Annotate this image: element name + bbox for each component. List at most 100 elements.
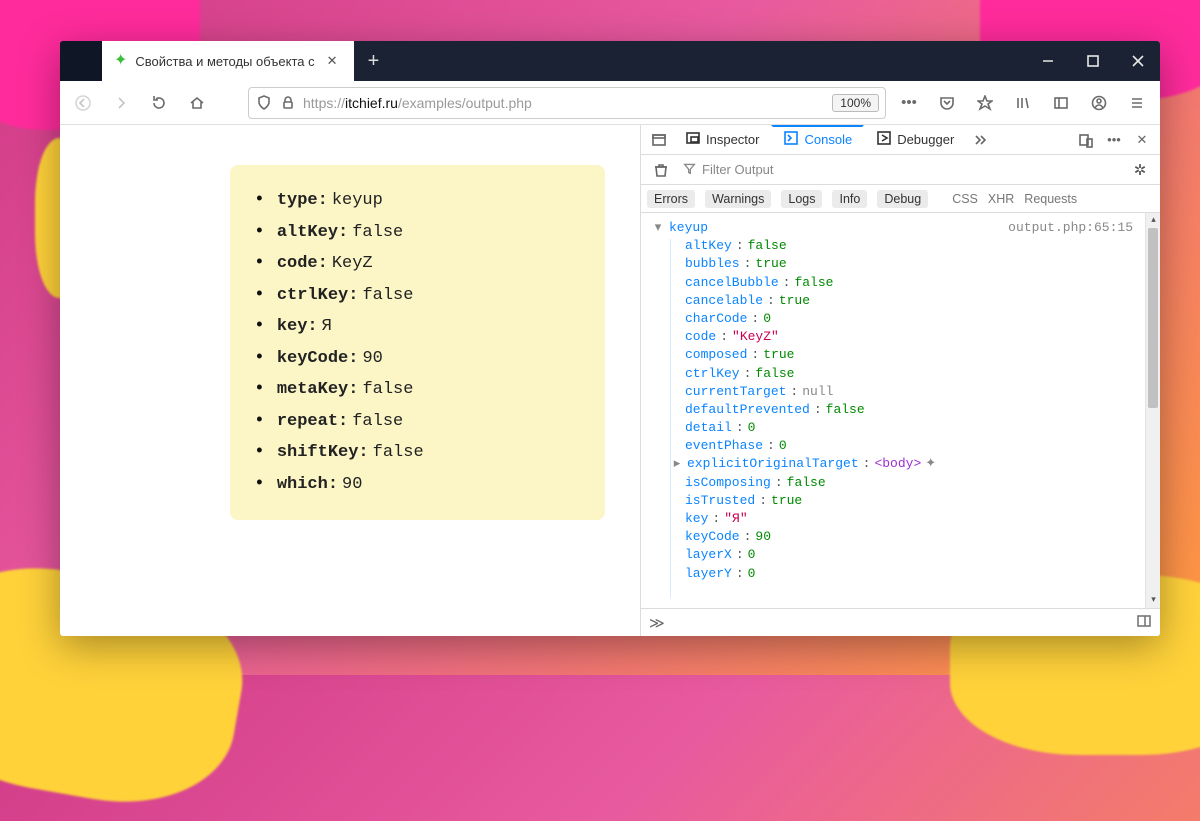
log-event-name[interactable]: keyup (669, 219, 708, 237)
favicon-icon: ✦ (114, 53, 127, 69)
devtools-close-button[interactable]: ✕ (1128, 126, 1156, 154)
tab-debugger-label: Debugger (897, 132, 954, 147)
filter-xhr[interactable]: XHR (988, 192, 1014, 206)
tab-console[interactable]: Console (771, 125, 864, 155)
filter-input[interactable]: Filter Output (679, 162, 1122, 178)
prop-value: false (787, 474, 826, 492)
iframe-picker-icon[interactable] (645, 126, 673, 154)
pocket-button[interactable] (932, 88, 962, 118)
shield-icon[interactable] (255, 95, 273, 111)
account-button[interactable] (1084, 88, 1114, 118)
event-property-row: code: KeyZ (254, 248, 569, 280)
prop-value: false (794, 274, 833, 292)
filter-css[interactable]: CSS (952, 192, 978, 206)
prop-key: eventPhase (685, 437, 763, 455)
browser-window: ✦ Свойства и методы объекта с ✕ + https:… (60, 41, 1160, 636)
tab-strip: ✦ Свойства и методы объекта с ✕ + (60, 41, 1160, 81)
prop-value: true (763, 346, 794, 364)
url-text: https://itchief.ru/examples/output.php (303, 95, 826, 111)
filter-info[interactable]: Info (832, 190, 867, 208)
console-property-row[interactable]: isComposing: false (685, 474, 1137, 492)
console-property-row[interactable]: layerX: 0 (685, 546, 1137, 564)
console-property-row[interactable]: charCode: 0 (685, 310, 1137, 328)
clear-console-button[interactable] (647, 156, 675, 184)
sidebar-button[interactable] (1046, 88, 1076, 118)
prop-value: 0 (748, 419, 756, 437)
prop-key: cancelable (685, 292, 763, 310)
tab-title: Свойства и методы объекта с (135, 54, 314, 69)
event-property-value: 90 (362, 344, 382, 374)
console-property-row[interactable]: composed: true (685, 346, 1137, 364)
home-button[interactable] (182, 88, 212, 118)
filter-warnings[interactable]: Warnings (705, 190, 771, 208)
prop-value: 0 (748, 546, 756, 564)
scroll-up-icon[interactable]: ▴ (1146, 213, 1160, 228)
prop-value: "Я" (724, 510, 747, 528)
page-actions-button[interactable]: ••• (894, 88, 924, 118)
event-property-key: altKey: (277, 218, 348, 248)
console-property-row[interactable]: isTrusted: true (685, 492, 1137, 510)
filter-errors[interactable]: Errors (647, 190, 695, 208)
console-property-row[interactable]: eventPhase: 0 (685, 437, 1137, 455)
scroll-down-icon[interactable]: ▾ (1146, 593, 1160, 608)
bookmark-button[interactable] (970, 88, 1000, 118)
expand-icon[interactable]: ▸ (671, 455, 683, 473)
window-maximize-button[interactable] (1070, 41, 1115, 81)
browser-tab[interactable]: ✦ Свойства и методы объекта с ✕ (102, 41, 354, 81)
console-property-row[interactable]: detail: 0 (685, 419, 1137, 437)
devtools-panel: Inspector Console Debugger ••• ✕ Filter … (640, 125, 1160, 636)
devtools-more-tabs-button[interactable] (966, 126, 994, 154)
console-property-row[interactable]: altKey: false (685, 237, 1137, 255)
toolbar: https://itchief.ru/examples/output.php 1… (60, 81, 1160, 125)
devtools-menu-button[interactable]: ••• (1100, 126, 1128, 154)
forward-button[interactable] (106, 88, 136, 118)
console-property-row[interactable]: cancelBubble: false (685, 274, 1137, 292)
console-prompt-icon[interactable]: ≫ (649, 614, 665, 632)
console-property-row[interactable]: ctrlKey: false (685, 365, 1137, 383)
console-scrollbar[interactable]: ▴ ▾ (1145, 213, 1160, 608)
console-settings-button[interactable]: ✲ (1126, 156, 1154, 184)
event-property-row: repeat: false (254, 406, 569, 438)
event-property-row: keyCode: 90 (254, 343, 569, 375)
window-close-button[interactable] (1115, 41, 1160, 81)
menu-button[interactable] (1122, 88, 1152, 118)
event-property-row: type: keyup (254, 185, 569, 217)
console-property-row[interactable]: layerY: 0 (685, 565, 1137, 583)
tab-debugger[interactable]: Debugger (864, 125, 966, 155)
filter-requests[interactable]: Requests (1024, 192, 1077, 206)
event-property-value: KeyZ (332, 249, 373, 279)
console-property-row[interactable]: cancelable: true (685, 292, 1137, 310)
filter-logs[interactable]: Logs (781, 190, 822, 208)
event-property-row: altKey: false (254, 217, 569, 249)
library-button[interactable] (1008, 88, 1038, 118)
responsive-mode-button[interactable] (1072, 126, 1100, 154)
expand-toggle-icon[interactable]: ▾ (653, 219, 663, 237)
url-bar[interactable]: https://itchief.ru/examples/output.php 1… (248, 87, 886, 119)
console-property-row[interactable]: bubbles: true (685, 255, 1137, 273)
split-console-button[interactable] (1136, 613, 1152, 632)
lock-icon[interactable] (279, 95, 297, 111)
zoom-indicator[interactable]: 100% (832, 94, 879, 112)
console-property-row[interactable]: defaultPrevented: false (685, 401, 1137, 419)
new-tab-button[interactable]: + (354, 41, 394, 81)
filter-debug[interactable]: Debug (877, 190, 928, 208)
scroll-thumb[interactable] (1148, 228, 1158, 408)
event-property-row: metaKey: false (254, 374, 569, 406)
event-property-value: false (352, 407, 403, 437)
target-node-icon[interactable]: ✦ (925, 455, 936, 473)
prop-value: "KeyZ" (732, 328, 779, 346)
event-property-row: key: Я (254, 311, 569, 343)
log-source-link[interactable]: output.php:65:15 (1008, 219, 1137, 237)
prop-key: bubbles (685, 255, 740, 273)
console-property-row[interactable]: ▸explicitOriginalTarget: <body> ✦ (685, 455, 1137, 473)
console-property-row[interactable]: code: "KeyZ" (685, 328, 1137, 346)
window-minimize-button[interactable] (1025, 41, 1070, 81)
tab-inspector[interactable]: Inspector (673, 125, 771, 155)
console-property-row[interactable]: currentTarget: null (685, 383, 1137, 401)
back-button[interactable] (68, 88, 98, 118)
prop-key: isComposing (685, 474, 771, 492)
reload-button[interactable] (144, 88, 174, 118)
console-property-row[interactable]: keyCode: 90 (685, 528, 1137, 546)
console-property-row[interactable]: key: "Я" (685, 510, 1137, 528)
close-tab-icon[interactable]: ✕ (323, 51, 342, 71)
